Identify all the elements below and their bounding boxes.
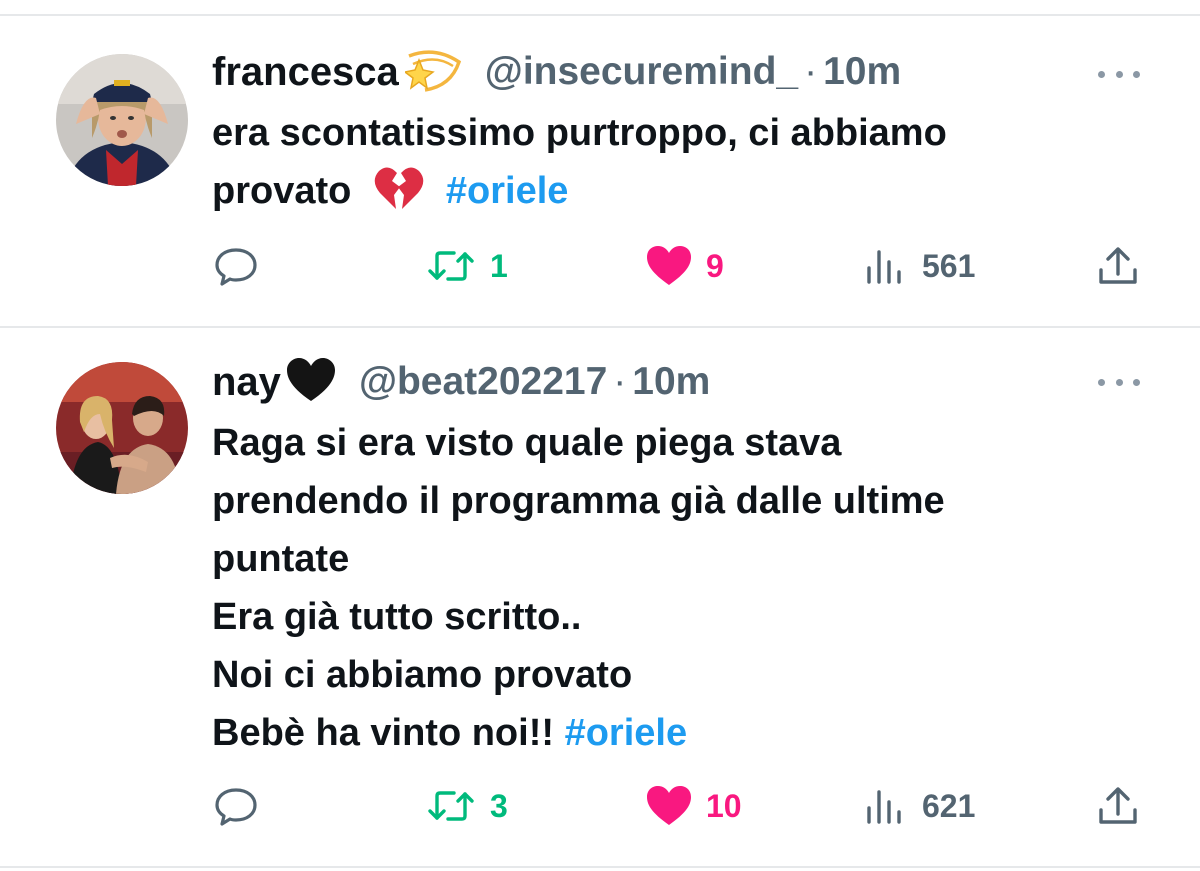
tweet-header: nay @beat202217 · 10m — [212, 352, 710, 412]
timestamp[interactable]: 10m — [632, 360, 710, 404]
tweet-1[interactable]: francesca @insecuremind_ · 10m era scont… — [0, 0, 1200, 326]
view-count: 561 — [922, 247, 976, 284]
tweet-text-fragment: Bebè ha vinto noi!! — [212, 712, 554, 754]
reply-button[interactable] — [214, 242, 258, 290]
hashtag-link[interactable]: #oriele — [446, 170, 569, 212]
views-button[interactable]: 561 — [864, 242, 975, 290]
user-handle[interactable]: @beat202217 — [359, 360, 607, 404]
more-dot — [1098, 378, 1105, 386]
retweet-icon — [426, 786, 476, 826]
separator-dot: · — [804, 50, 818, 93]
more-dot — [1133, 378, 1140, 386]
more-dot — [1115, 378, 1123, 386]
dizzy-star-icon — [403, 46, 463, 99]
share-icon — [1096, 784, 1140, 828]
timestamp[interactable]: 10m — [823, 50, 901, 94]
tweet-text: Raga si era visto quale piega stava pren… — [212, 414, 1172, 762]
reply-icon — [214, 784, 258, 828]
heart-icon — [646, 785, 692, 827]
reply-button[interactable] — [214, 782, 258, 830]
tweet-header: francesca @insecuremind_ · 10m — [212, 42, 901, 102]
tweet-text-line: Bebè ha vinto noi!! #oriele — [212, 704, 1172, 762]
tweet-text-fragment: provato — [212, 170, 352, 212]
display-name[interactable]: francesca — [212, 50, 399, 95]
black-heart-icon — [285, 357, 337, 408]
tweet-text-line: Noi ci abbiamo provato — [212, 654, 633, 696]
tweet-text-line: Era già tutto scritto.. — [212, 596, 582, 638]
views-button[interactable]: 621 — [864, 782, 975, 830]
more-options-icon[interactable] — [1098, 62, 1140, 86]
display-name[interactable]: nay — [212, 360, 281, 405]
like-count: 9 — [706, 247, 724, 284]
tweet-text-line: provato #oriele — [212, 162, 1172, 228]
separator-dot: · — [613, 360, 627, 403]
views-chart-icon — [864, 246, 908, 286]
tweet-text-line: prendendo il programma già dalle ultime — [212, 480, 945, 522]
share-button[interactable] — [1096, 242, 1140, 290]
more-options-icon[interactable] — [1098, 370, 1140, 394]
more-dot — [1115, 70, 1123, 78]
tweet-2[interactable]: nay @beat202217 · 10m Raga si era visto … — [0, 328, 1200, 871]
retweet-button[interactable]: 3 — [426, 782, 508, 830]
more-dot — [1133, 70, 1140, 78]
tweet-feed: francesca @insecuremind_ · 10m era scont… — [0, 0, 1200, 871]
tweet-text-line: puntate — [212, 538, 350, 580]
bottom-divider — [0, 866, 1200, 868]
heart-icon — [646, 245, 692, 287]
avatar[interactable] — [56, 362, 188, 494]
tweet-text-line: Raga si era visto quale piega stava — [212, 422, 842, 464]
more-dot — [1098, 70, 1105, 78]
retweet-count: 3 — [490, 787, 508, 824]
retweet-button[interactable]: 1 — [426, 242, 508, 290]
tweet-actions: 3 10 621 — [0, 782, 1200, 830]
like-button[interactable]: 9 — [646, 242, 724, 290]
views-chart-icon — [864, 786, 908, 826]
like-count: 10 — [706, 787, 742, 824]
tweet-text-line: era scontatissimo purtroppo, ci abbiamo — [212, 112, 947, 154]
broken-heart-icon — [374, 165, 424, 228]
avatar[interactable] — [56, 54, 188, 186]
tweet-text: era scontatissimo purtroppo, ci abbiamo … — [212, 104, 1172, 228]
view-count: 621 — [922, 787, 976, 824]
retweet-count: 1 — [490, 247, 508, 284]
share-icon — [1096, 244, 1140, 288]
reply-icon — [214, 244, 258, 288]
share-button[interactable] — [1096, 782, 1140, 830]
like-button[interactable]: 10 — [646, 782, 742, 830]
user-handle[interactable]: @insecuremind_ — [485, 50, 798, 94]
hashtag-link[interactable]: #oriele — [565, 712, 688, 754]
tweet-actions: 1 9 561 — [0, 242, 1200, 290]
retweet-icon — [426, 246, 476, 286]
